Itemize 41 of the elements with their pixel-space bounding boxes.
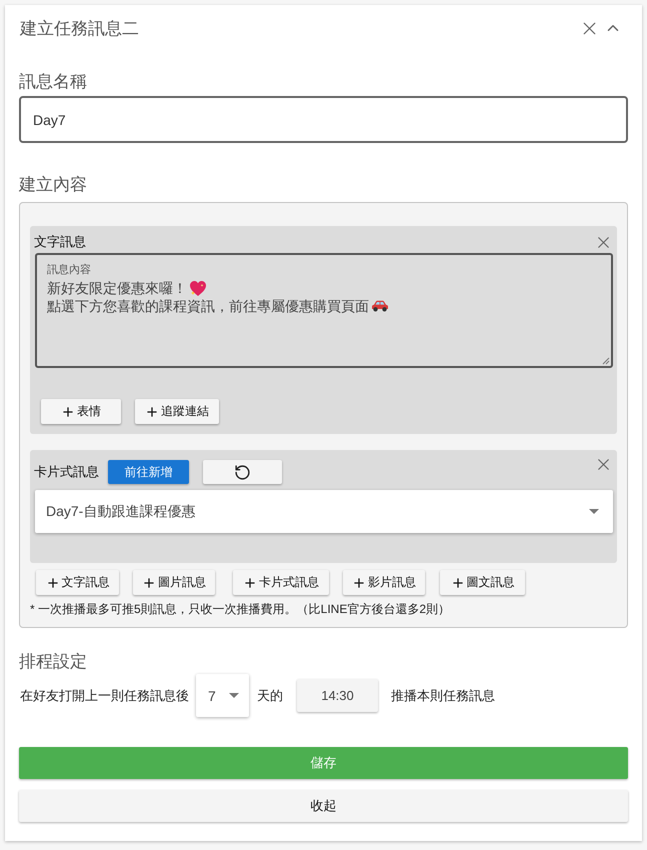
- footnote-text: * 一次推播最多可推5則訊息，只收一次推播費用。（比LINE官方後台還多2則）: [30, 601, 450, 617]
- block-title: 文字訊息: [34, 233, 86, 251]
- reload-button[interactable]: [203, 460, 282, 484]
- rotate-arrow-icon: [234, 464, 251, 480]
- schedule-text: 在好友打開上一則任務訊息後: [20, 686, 189, 704]
- add-option-button[interactable]: 追蹤連結: [135, 399, 219, 424]
- schedule-text: 推播本則任務訊息: [391, 686, 495, 704]
- plus-icon: [352, 576, 366, 590]
- time-field[interactable]: 14:30: [297, 679, 378, 712]
- message-textarea[interactable]: 訊息內容 新好友限定優惠來囉！ 點選下方您喜歡的課程資訊，前往專屬優惠購買頁面: [35, 253, 613, 368]
- dropdown-caret-icon: [229, 693, 239, 698]
- plus-icon: [46, 576, 60, 590]
- field-label: 訊息內容: [47, 263, 91, 277]
- add-message-button[interactable]: 卡片式訊息: [233, 570, 329, 595]
- card-select[interactable]: Day7-自動跟進課程優惠: [35, 490, 613, 533]
- panel-title: 建立任務訊息二: [20, 18, 139, 40]
- add-message-button[interactable]: 文字訊息: [36, 570, 119, 595]
- block-title: 卡片式訊息: [34, 463, 99, 481]
- add-message-button[interactable]: 影片訊息: [343, 570, 425, 595]
- plus-icon: [61, 404, 75, 418]
- add-option-button[interactable]: 表情: [41, 399, 121, 424]
- dropdown-caret-icon: [589, 509, 599, 514]
- message-text-line: 點選下方您喜歡的課程資訊，前往專屬優惠購買頁面: [47, 297, 369, 315]
- plus-icon: [142, 576, 156, 590]
- message-text-line: 新好友限定優惠來囉！: [47, 279, 187, 297]
- section-label: 訊息名稱: [19, 71, 87, 93]
- add-message-button[interactable]: 圖片訊息: [133, 570, 215, 595]
- plus-icon: [243, 576, 257, 590]
- name-input[interactable]: Day7: [19, 96, 628, 143]
- schedule-text: 天的: [257, 686, 283, 704]
- plus-icon: [450, 576, 464, 590]
- section-label: 建立內容: [19, 174, 87, 196]
- sparkling-heart-icon: [189, 280, 207, 296]
- go-create-button[interactable]: 前往新增: [108, 460, 189, 484]
- plus-icon: [145, 404, 159, 418]
- days-select[interactable]: 7: [196, 674, 249, 717]
- car-icon: [371, 300, 389, 312]
- collapse-button[interactable]: 收起: [19, 790, 628, 822]
- add-message-button[interactable]: 圖文訊息: [440, 570, 525, 595]
- resize-grip-icon[interactable]: [602, 357, 610, 365]
- section-label: 排程設定: [19, 651, 87, 673]
